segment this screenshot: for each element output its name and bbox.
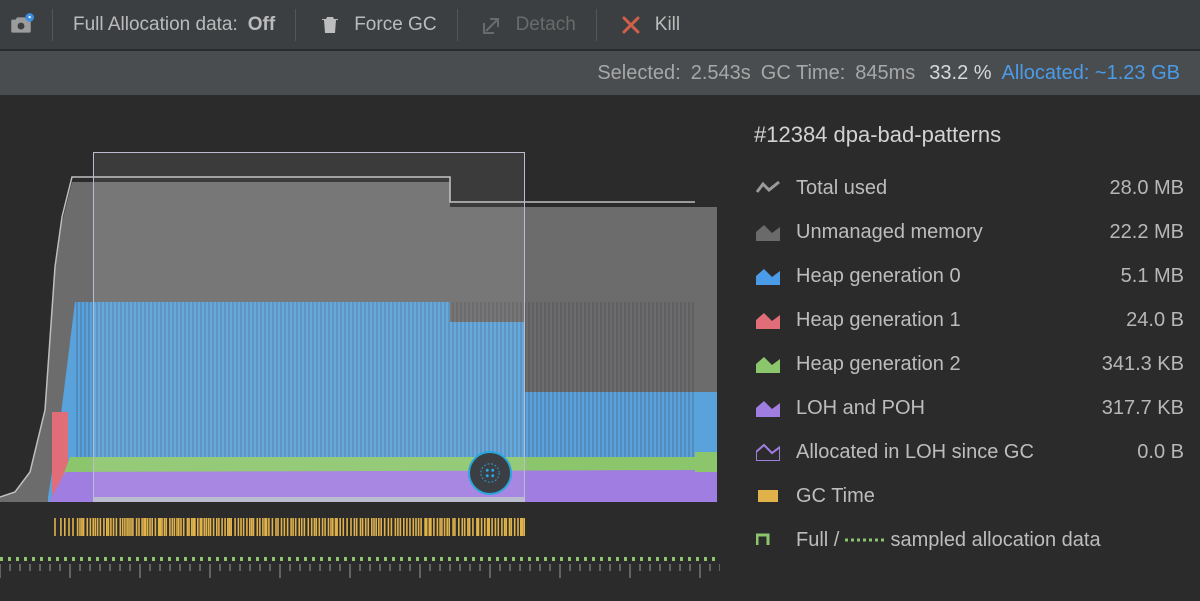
memory-timeline-chart[interactable]: [0, 96, 720, 601]
separator: [295, 9, 296, 41]
legend-swatch-icon: [754, 179, 782, 197]
legend-item-label: GC Time: [796, 485, 1184, 508]
legend-item-sampled[interactable]: Full / sampled allocation data: [754, 518, 1184, 562]
legend-item-value: 24.0 B: [1126, 309, 1184, 332]
main-area: #12384 dpa-bad-patterns Total used28.0 M…: [0, 96, 1200, 601]
trash-icon: [316, 11, 344, 39]
legend-item-value: 317.7 KB: [1102, 397, 1184, 420]
allocated-value: Allocated: ~1.23 GB: [1002, 62, 1180, 85]
full-allocation-toggle[interactable]: Full Allocation data: Off: [67, 10, 281, 40]
legend-item-label: LOH and POH: [796, 397, 1102, 420]
separator: [457, 9, 458, 41]
legend-item-gen2[interactable]: Heap generation 2341.3 KB: [754, 342, 1184, 386]
gc-events-strip: [0, 516, 695, 540]
kill-button[interactable]: Kill: [611, 7, 686, 43]
detach-label: Detach: [516, 14, 576, 36]
legend-item-gen1[interactable]: Heap generation 124.0 B: [754, 298, 1184, 342]
legend-item-value: 341.3 KB: [1102, 353, 1184, 376]
legend-item-loh_alloc[interactable]: Allocated in LOH since GC0.0 B: [754, 430, 1184, 474]
gc-time-label: GC Time:: [761, 62, 845, 85]
legend-item-label: Heap generation 1: [796, 309, 1126, 332]
legend-item-gctime[interactable]: GC Time: [754, 474, 1184, 518]
gc-time-percent: 33.2 %: [929, 62, 991, 85]
legend-swatch-icon: [754, 311, 782, 329]
chart-canvas: [0, 152, 695, 502]
toolbar: Full Allocation data: Off Force GC Detac…: [0, 0, 1200, 50]
legend-item-label: Total used: [796, 177, 1110, 200]
snapshot-marker-button[interactable]: [468, 451, 512, 495]
legend-swatch-icon: [754, 399, 782, 417]
legend-item-label: Allocated in LOH since GC: [796, 441, 1137, 464]
snapshot-settings-button[interactable]: [4, 8, 38, 42]
kill-label: Kill: [655, 14, 680, 36]
selected-value: 2.543s: [691, 62, 751, 85]
legend-item-total[interactable]: Total used28.0 MB: [754, 166, 1184, 210]
legend-item-value: 5.1 MB: [1121, 265, 1184, 288]
legend-swatch-icon: [754, 223, 782, 241]
legend-item-unmanaged[interactable]: Unmanaged memory22.2 MB: [754, 210, 1184, 254]
status-bar: Selected: 2.543s GC Time: 845ms 33.2 % A…: [0, 50, 1200, 96]
time-ruler[interactable]: [0, 550, 720, 586]
detach-button[interactable]: Detach: [472, 7, 582, 43]
legend-item-loh[interactable]: LOH and POH317.7 KB: [754, 386, 1184, 430]
legend-swatch-icon: [754, 443, 782, 461]
legend-swatch-icon: [754, 531, 782, 549]
legend-swatch-icon: [754, 267, 782, 285]
legend-item-value: 0.0 B: [1137, 441, 1184, 464]
legend-item-value: 28.0 MB: [1110, 177, 1184, 200]
current-values-strip: [695, 152, 717, 502]
legend-item-label: Full / sampled allocation data: [796, 529, 1184, 552]
full-allocation-label: Full Allocation data:: [73, 14, 238, 36]
legend-item-value: 22.2 MB: [1110, 221, 1184, 244]
gc-time-value: 845ms: [855, 62, 915, 85]
close-icon: [617, 11, 645, 39]
legend-item-gen0[interactable]: Heap generation 05.1 MB: [754, 254, 1184, 298]
force-gc-button[interactable]: Force GC: [310, 7, 442, 43]
force-gc-label: Force GC: [354, 14, 436, 36]
full-allocation-state: Off: [248, 14, 275, 36]
legend-swatch-icon: [754, 355, 782, 373]
legend-swatch-icon: [754, 487, 782, 505]
selected-label: Selected:: [597, 62, 680, 85]
legend-item-label: Heap generation 2: [796, 353, 1102, 376]
legend-item-label: Unmanaged memory: [796, 221, 1110, 244]
legend-panel: #12384 dpa-bad-patterns Total used28.0 M…: [720, 96, 1200, 601]
detach-icon: [478, 11, 506, 39]
separator: [596, 9, 597, 41]
legend-item-label: Heap generation 0: [796, 265, 1121, 288]
separator: [52, 9, 53, 41]
process-title: #12384 dpa-bad-patterns: [754, 122, 1184, 148]
